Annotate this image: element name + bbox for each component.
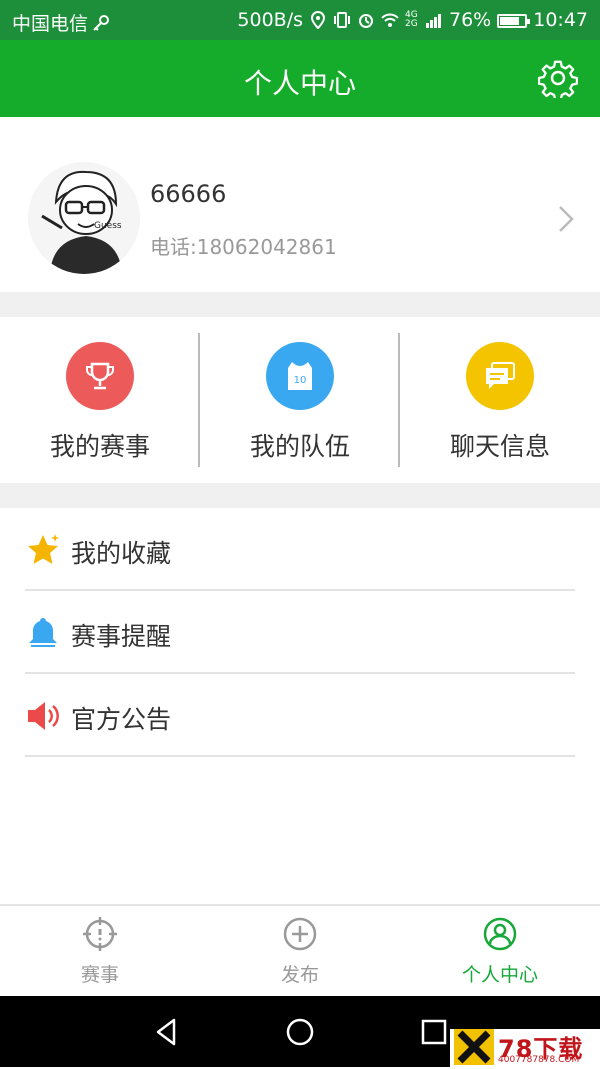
my-team-label: 我的队伍 [249,432,350,461]
profile-card[interactable]: Guess 66666 电话:18062042861 [0,117,600,292]
tab-events-label: 赛事 [80,964,119,986]
favorites-item[interactable]: 我的收藏 [25,508,575,591]
avatar-signature: Guess [94,221,122,231]
announcement-label: 官方公告 [71,705,172,734]
vibrate-icon [334,12,350,28]
battery-percent: 76% [449,9,492,31]
network-type: 4G 2G [405,10,418,29]
tab-profile[interactable]: 个人中心 [400,906,600,998]
battery-icon [497,13,531,28]
signal-icon [426,14,441,28]
chat-info-button[interactable]: 聊天信息 [400,317,600,483]
home-icon[interactable] [284,1016,316,1048]
quick-actions: 我的赛事 10 我的队伍 聊天信息 [0,317,600,483]
favorites-label: 我的收藏 [71,539,172,568]
star-icon [28,534,59,564]
speaker-icon [28,702,59,730]
section-divider [0,292,600,317]
my-events-label: 我的赛事 [49,432,150,461]
target-icon [83,917,117,951]
section-divider [0,483,600,508]
gear-icon[interactable] [538,58,578,98]
tab-events[interactable]: 赛事 [0,906,200,998]
clock: 10:47 [533,9,588,31]
user-circle-icon [483,917,517,951]
chat-icon [466,342,534,410]
carrier-text: 中国电信 [12,13,89,35]
tab-profile-label: 个人中心 [461,964,538,986]
header-bar: 个人中心 [0,40,600,117]
my-team-button[interactable]: 10 我的队伍 [200,317,400,483]
wifi-icon [381,13,399,27]
avatar-illustration: Guess [28,162,140,274]
x-logo-icon [454,1029,494,1065]
watermark-logo: 78下载 4007787878.COM [450,1029,600,1067]
watermark-url: 4007787878.COM [498,1055,580,1065]
jersey-number: 10 [294,375,307,386]
event-reminder-label: 赛事提醒 [71,622,172,651]
location-icon [310,11,326,29]
back-icon[interactable] [150,1016,182,1048]
alarm-icon [359,14,373,28]
announcement-item[interactable]: 官方公告 [25,674,575,757]
status-bar: 中国电信 500B/s 4G 2G 76% 10:47 [0,0,600,40]
tab-publish[interactable]: 发布 [200,906,400,998]
chat-info-label: 聊天信息 [449,432,550,461]
network-speed: 500B/s [237,9,303,31]
recents-icon[interactable] [418,1016,450,1048]
avatar[interactable]: Guess [28,162,140,274]
tab-publish-label: 发布 [280,964,319,986]
chevron-right-icon[interactable] [556,204,576,234]
trophy-icon [66,342,134,410]
bell-icon [29,618,57,647]
menu-list: 我的收藏 赛事提醒 官方公告 [0,508,600,757]
page-title: 个人中心 [243,67,356,100]
event-reminder-item[interactable]: 赛事提醒 [25,591,575,674]
my-events-button[interactable]: 我的赛事 [0,317,200,483]
phone-number: 电话:18062042861 [150,235,337,259]
bottom-tab-bar: 赛事 发布 个人中心 [0,904,600,996]
system-nav-bar: 78下载 4007787878.COM [0,996,600,1067]
plus-circle-icon [283,917,317,951]
key-icon [93,14,110,31]
jersey-icon: 10 [266,342,334,410]
username: 66666 [150,180,227,208]
